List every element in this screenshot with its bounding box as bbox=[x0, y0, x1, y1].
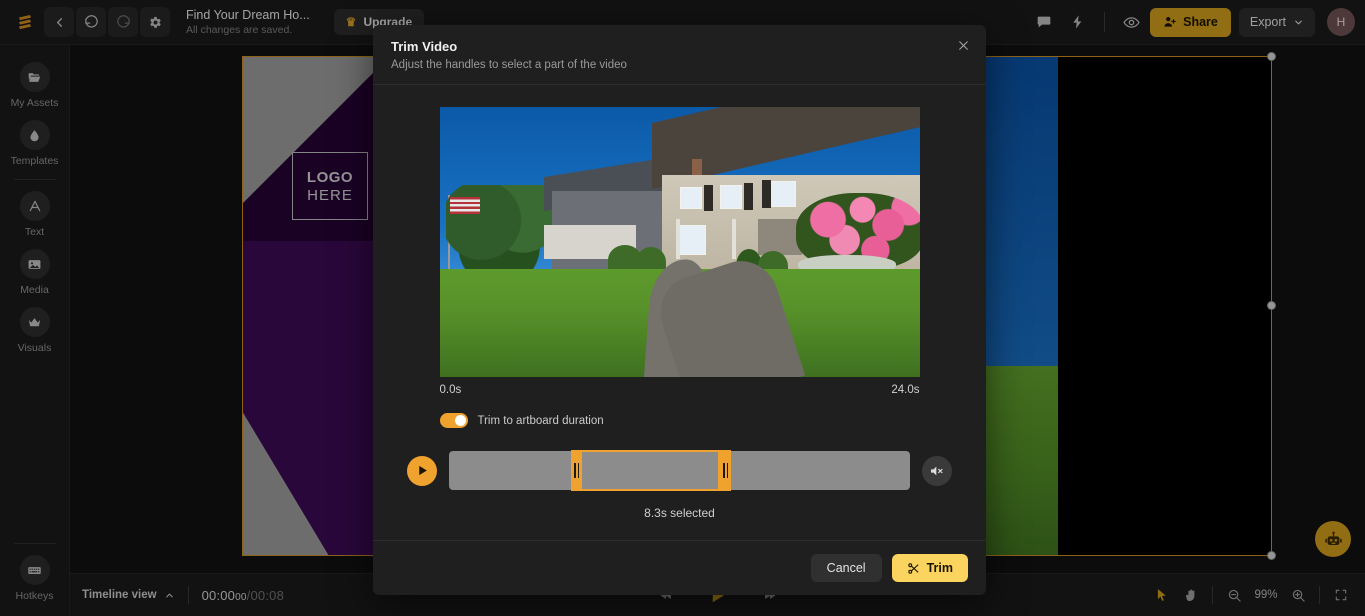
preview-window bbox=[675, 225, 706, 255]
dialog-subtitle: Adjust the handles to select a part of t… bbox=[391, 59, 627, 71]
speaker-mute-icon bbox=[931, 466, 943, 475]
scissors-icon bbox=[907, 562, 918, 574]
video-preview[interactable] bbox=[439, 107, 920, 377]
close-icon bbox=[958, 40, 968, 50]
toggle-knob bbox=[454, 415, 466, 426]
trim-selection-region[interactable] bbox=[571, 450, 721, 491]
mute-button[interactable] bbox=[922, 455, 952, 486]
app-root: Find Your Dream Ho... All changes are sa… bbox=[0, 0, 1365, 616]
selection-duration-label: 8.3s selected bbox=[644, 506, 715, 520]
time-range-labels: 0.0s 24.0s bbox=[440, 384, 920, 396]
artboard-duration-row: Trim to artboard duration bbox=[439, 413, 920, 428]
trim-handle-start[interactable] bbox=[571, 450, 583, 491]
close-button[interactable] bbox=[952, 34, 974, 56]
preview-flag bbox=[449, 197, 480, 214]
preview-porch-column bbox=[675, 219, 680, 259]
preview-shutter bbox=[743, 183, 753, 210]
preview-garage bbox=[757, 219, 802, 255]
preview-window bbox=[769, 181, 796, 207]
dialog-header: Trim Video Adjust the handles to select … bbox=[373, 25, 986, 85]
preview-shutter bbox=[761, 180, 771, 208]
trim-to-artboard-label: Trim to artboard duration bbox=[477, 414, 604, 427]
dialog-footer: Cancel Trim bbox=[373, 540, 986, 595]
preview-play-button[interactable] bbox=[407, 455, 437, 486]
cancel-button[interactable]: Cancel bbox=[810, 554, 882, 582]
trim-to-artboard-toggle[interactable] bbox=[439, 413, 468, 428]
trim-track[interactable] bbox=[449, 450, 910, 491]
trim-label: Trim bbox=[926, 561, 953, 575]
dialog-title: Trim Video bbox=[391, 39, 458, 54]
trim-button[interactable]: Trim bbox=[891, 554, 968, 582]
preview-porch-column bbox=[731, 219, 736, 259]
trim-handle-end[interactable] bbox=[720, 450, 732, 491]
trim-track-row bbox=[407, 450, 952, 491]
preview-window bbox=[719, 185, 742, 209]
play-icon bbox=[418, 465, 427, 476]
end-time-label: 24.0s bbox=[891, 384, 920, 396]
preview-shutter bbox=[703, 185, 713, 211]
trim-video-dialog: Trim Video Adjust the handles to select … bbox=[373, 25, 986, 595]
dialog-body: 0.0s 24.0s Trim to artboard duration 8.3… bbox=[373, 85, 986, 540]
preview-window bbox=[679, 187, 702, 209]
start-time-label: 0.0s bbox=[439, 384, 462, 396]
